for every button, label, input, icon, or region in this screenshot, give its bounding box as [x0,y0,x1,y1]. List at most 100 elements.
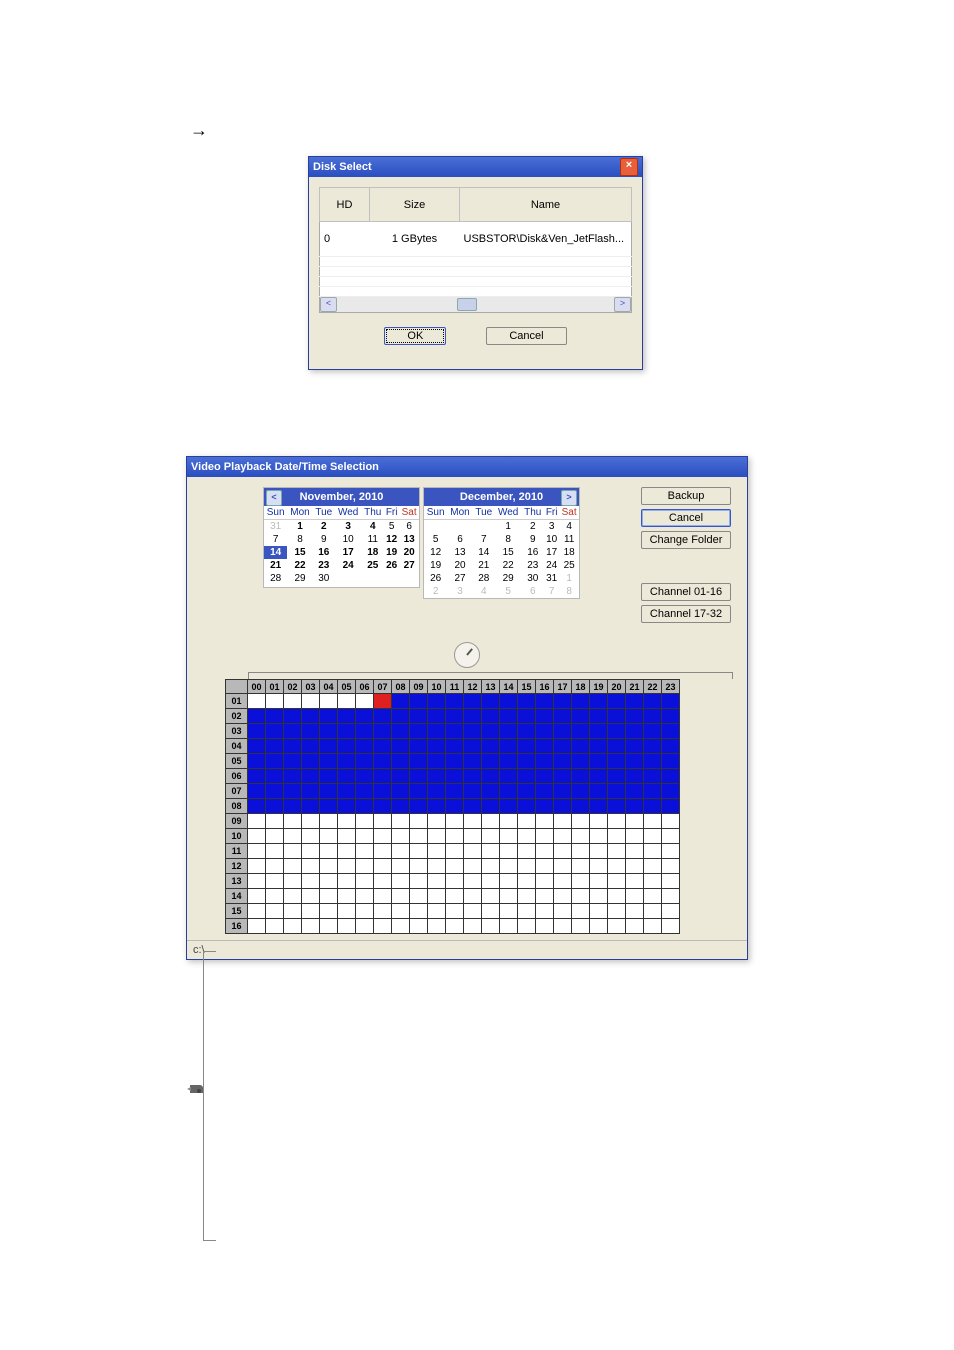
calendar-day[interactable]: 13 [399,533,419,546]
grid-cell[interactable] [626,724,644,739]
calendar-day[interactable] [473,520,495,534]
grid-cell[interactable] [338,844,356,859]
grid-cell[interactable] [248,739,266,754]
hour-header[interactable]: 22 [644,680,662,694]
grid-cell[interactable] [590,904,608,919]
grid-cell[interactable] [590,694,608,709]
grid-cell[interactable] [392,829,410,844]
calendar-day[interactable]: 8 [495,533,522,546]
grid-cell[interactable] [392,724,410,739]
grid-cell[interactable] [626,784,644,799]
grid-cell[interactable] [518,859,536,874]
grid-cell[interactable] [626,814,644,829]
grid-cell[interactable] [536,769,554,784]
grid-cell[interactable] [284,754,302,769]
hour-header[interactable]: 08 [392,680,410,694]
grid-cell[interactable] [410,754,428,769]
calendar-day[interactable] [361,585,384,587]
channel-header[interactable]: 16 [226,919,248,934]
grid-cell[interactable] [464,784,482,799]
channel-header[interactable]: 13 [226,874,248,889]
grid-cell[interactable] [644,814,662,829]
calendar-day[interactable]: 13 [447,546,472,559]
grid-cell[interactable] [302,829,320,844]
calendar-day[interactable]: 18 [559,546,579,559]
grid-cell[interactable] [662,754,680,769]
grid-cell[interactable] [446,919,464,934]
grid-cell[interactable] [338,919,356,934]
grid-cell[interactable] [446,709,464,724]
grid-cell[interactable] [572,754,590,769]
grid-cell[interactable] [536,694,554,709]
calendar-day[interactable]: 5 [495,585,522,598]
calendar-day[interactable]: 3 [447,585,472,598]
calendar-day[interactable]: 29 [495,572,522,585]
grid-cell[interactable] [374,709,392,724]
channel-header[interactable]: 06 [226,769,248,784]
grid-cell[interactable] [410,874,428,889]
channel-header[interactable]: 11 [226,844,248,859]
grid-cell[interactable] [554,814,572,829]
grid-cell[interactable] [446,844,464,859]
grid-cell[interactable] [428,724,446,739]
grid-cell[interactable] [608,739,626,754]
calendar-day[interactable] [399,585,419,587]
grid-cell[interactable] [482,844,500,859]
grid-cell[interactable] [446,814,464,829]
grid-cell[interactable] [338,709,356,724]
grid-cell[interactable] [392,694,410,709]
change-folder-button[interactable]: Change Folder [641,531,731,549]
grid-cell[interactable] [446,799,464,814]
calendar-day[interactable]: 6 [447,533,472,546]
horizontal-scrollbar[interactable]: < > [319,297,632,313]
grid-cell[interactable] [572,874,590,889]
grid-cell[interactable] [266,769,284,784]
grid-cell[interactable] [662,874,680,889]
grid-cell[interactable] [374,769,392,784]
grid-cell[interactable] [572,829,590,844]
calendar-day[interactable] [424,520,447,534]
grid-cell[interactable] [554,769,572,784]
scroll-left-icon[interactable]: < [320,297,337,312]
grid-cell[interactable] [500,859,518,874]
grid-cell[interactable] [608,694,626,709]
channel-header[interactable]: 05 [226,754,248,769]
next-month-icon[interactable]: > [561,490,577,506]
grid-cell[interactable] [590,724,608,739]
grid-cell[interactable] [626,919,644,934]
grid-cell[interactable] [266,859,284,874]
grid-cell[interactable] [662,694,680,709]
calendar-day[interactable]: 4 [559,520,579,534]
grid-cell[interactable] [338,814,356,829]
grid-cell[interactable] [572,889,590,904]
grid-cell[interactable] [518,829,536,844]
calendar-day[interactable]: 20 [399,546,419,559]
grid-cell[interactable] [428,739,446,754]
grid-cell[interactable] [446,754,464,769]
grid-cell[interactable] [266,754,284,769]
grid-cell[interactable] [410,709,428,724]
grid-cell[interactable] [626,739,644,754]
grid-cell[interactable] [590,814,608,829]
grid-cell[interactable] [536,844,554,859]
grid-cell[interactable] [428,829,446,844]
grid-cell[interactable] [392,874,410,889]
grid-cell[interactable] [302,754,320,769]
grid-cell[interactable] [590,919,608,934]
calendar-day[interactable]: 17 [544,546,559,559]
grid-cell[interactable] [374,814,392,829]
scroll-thumb[interactable] [457,298,477,311]
cancel-button[interactable]: Cancel [486,327,566,345]
grid-cell[interactable] [518,799,536,814]
grid-cell[interactable] [608,844,626,859]
calendar-day[interactable]: 12 [384,533,399,546]
grid-cell[interactable] [284,709,302,724]
grid-cell[interactable] [482,784,500,799]
grid-cell[interactable] [464,754,482,769]
grid-cell[interactable] [590,859,608,874]
grid-cell[interactable] [428,769,446,784]
calendar-day[interactable]: 14 [264,546,287,559]
grid-cell[interactable] [500,769,518,784]
channel-header[interactable]: 12 [226,859,248,874]
grid-cell[interactable] [500,844,518,859]
